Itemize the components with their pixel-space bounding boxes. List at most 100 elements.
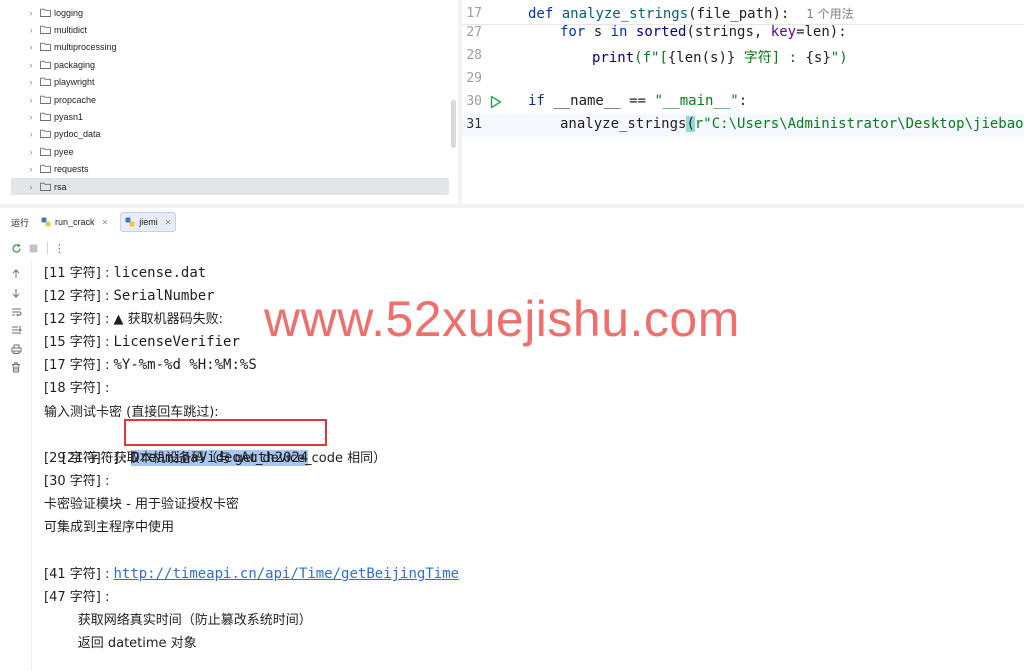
highlight-box bbox=[124, 419, 327, 446]
folder-icon bbox=[40, 164, 51, 173]
console-line: [17 字符] : %Y-%m-%d %H:%M:%S bbox=[44, 357, 257, 373]
run-toolbar: ⋮ bbox=[0, 236, 1024, 260]
usage-hint[interactable]: 1 个用法 bbox=[806, 7, 853, 21]
tree-item-logging[interactable]: › logging bbox=[11, 4, 449, 21]
console-line: [18 字符] : bbox=[44, 381, 114, 396]
chevron-right-icon[interactable]: › bbox=[26, 8, 36, 18]
tree-item-label: playwright bbox=[54, 76, 95, 87]
tree-item-label: pyasn1 bbox=[54, 111, 84, 122]
arrow-down-icon[interactable] bbox=[10, 287, 22, 299]
url-link[interactable]: http://timeapi.cn/api/Time/getBeijingTim… bbox=[113, 566, 459, 582]
trash-icon[interactable] bbox=[10, 361, 22, 373]
tab-jiemi[interactable]: jiemi ✕ bbox=[120, 212, 177, 232]
tree-scrollbar[interactable] bbox=[451, 100, 456, 148]
run-play-icon[interactable] bbox=[490, 95, 502, 109]
code-line-27: for s in sorted(strings, key=len): bbox=[560, 24, 847, 40]
tree-item-rsa[interactable]: › rsa bbox=[11, 178, 449, 195]
console-line: [47 字符] : bbox=[44, 590, 114, 605]
tree-item-label: propcache bbox=[54, 94, 97, 105]
code-line-31: analyze_strings(r"C:\Users\Administrator… bbox=[560, 116, 1024, 132]
console-line: 可集成到主程序中使用 bbox=[44, 520, 175, 535]
tree-item-packaging[interactable]: › packaging bbox=[11, 56, 449, 73]
console-line: [15 字符] : LicenseVerifier bbox=[44, 334, 240, 350]
folder-icon bbox=[40, 25, 51, 34]
line-number: 30 bbox=[466, 94, 482, 109]
folder-icon bbox=[40, 129, 51, 138]
console-line: [12 字符] : SerialNumber bbox=[44, 288, 215, 304]
console-line: 返回 datetime 对象 bbox=[77, 636, 197, 651]
console-line: 获取网络真实时间（防止篡改系统时间） bbox=[77, 613, 312, 628]
toolbar-divider bbox=[47, 242, 48, 254]
stop-icon[interactable] bbox=[28, 243, 39, 254]
tree-item-label: packaging bbox=[54, 59, 96, 70]
python-icon bbox=[41, 217, 51, 227]
chevron-right-icon[interactable]: › bbox=[26, 60, 36, 70]
tree-item-label: rsa bbox=[54, 181, 67, 192]
line-number: 27 bbox=[466, 25, 482, 40]
tree-item-pyasn1[interactable]: › pyasn1 bbox=[11, 108, 449, 125]
folder-icon bbox=[40, 112, 51, 121]
console-line: [11 字符] : license.dat bbox=[44, 265, 207, 281]
print-icon[interactable] bbox=[10, 343, 22, 355]
tree-item-label: logging bbox=[54, 7, 84, 18]
chevron-right-icon[interactable]: › bbox=[26, 25, 36, 35]
tree-item-multidict[interactable]: › multidict bbox=[11, 21, 449, 38]
line-number: 29 bbox=[466, 71, 482, 86]
tab-label: run_crack bbox=[55, 217, 95, 227]
code-line-28: print(f"[{len(s)} 字符] : {s}") bbox=[592, 50, 848, 66]
tab-run-crack[interactable]: run_crack ✕ bbox=[37, 212, 112, 232]
chevron-right-icon[interactable]: › bbox=[26, 112, 36, 122]
chevron-right-icon[interactable]: › bbox=[26, 95, 36, 105]
tree-item-label: pydoc_data bbox=[54, 128, 101, 139]
tree-item-label: pyee bbox=[54, 146, 74, 157]
tree-item-pyee[interactable]: › pyee bbox=[11, 143, 449, 160]
scroll-to-end-icon[interactable] bbox=[10, 324, 22, 336]
chevron-right-icon[interactable]: › bbox=[26, 147, 36, 157]
chevron-right-icon[interactable]: › bbox=[26, 129, 36, 139]
tree-item-playwright[interactable]: › playwright bbox=[11, 73, 449, 90]
watermark: www.52xuejishu.com bbox=[264, 291, 740, 347]
console-side-toolbar bbox=[0, 260, 32, 671]
console-line: 卡密验证模块 - 用于验证授权卡密 bbox=[44, 497, 239, 512]
close-icon[interactable]: ✕ bbox=[165, 218, 172, 227]
folder-icon bbox=[40, 147, 51, 156]
tree-item-requests[interactable]: › requests bbox=[11, 160, 449, 177]
folder-icon bbox=[40, 42, 51, 51]
code-editor[interactable]: 17 27 28 29 30 31 def analyze_strings(fi… bbox=[462, 0, 1024, 204]
console-line: [41 字符] : http://timeapi.cn/api/Time/get… bbox=[44, 566, 460, 582]
tree-item-multiprocessing[interactable]: › multiprocessing bbox=[11, 38, 449, 55]
console-line: [29 字符] : 获取本机设备码（与 get_device_code 相同） bbox=[44, 451, 387, 466]
project-tree: › logging › multidict › multiprocessing … bbox=[0, 0, 458, 204]
console-line: [21 字符] : DreaminaVideoAuth2024 bbox=[44, 419, 327, 466]
folder-icon bbox=[40, 95, 51, 104]
console-line: [30 字符] : bbox=[44, 474, 114, 489]
chevron-right-icon[interactable]: › bbox=[26, 164, 36, 174]
soft-wrap-icon[interactable] bbox=[10, 306, 22, 318]
tree-item-label: requests bbox=[54, 163, 89, 174]
tree-item-pydoc-data[interactable]: › pydoc_data bbox=[11, 125, 449, 142]
console-line: [12 字符] : ▲ 获取机器码失败: bbox=[44, 312, 223, 327]
run-tool-window-header: 运行 run_crack ✕ jiemi ✕ bbox=[0, 208, 1024, 236]
chevron-right-icon[interactable]: › bbox=[26, 182, 36, 192]
chevron-right-icon[interactable]: › bbox=[26, 42, 36, 52]
line-number: 28 bbox=[466, 48, 482, 63]
folder-icon bbox=[40, 77, 51, 86]
folder-icon bbox=[40, 60, 51, 69]
matched-brace: ( bbox=[686, 116, 695, 132]
code-line-30: if __name__ == "__main__": bbox=[528, 93, 748, 109]
tree-item-label: multiprocessing bbox=[54, 41, 117, 52]
code-line-17: def analyze_strings(file_path): 1 个用法 bbox=[528, 6, 854, 22]
line-number: 17 bbox=[466, 6, 482, 21]
tree-item-propcache[interactable]: › propcache bbox=[11, 91, 449, 108]
tree-item-label: multidict bbox=[54, 24, 88, 35]
close-icon[interactable]: ✕ bbox=[102, 218, 109, 227]
tab-label: jiemi bbox=[139, 217, 158, 227]
rerun-icon[interactable] bbox=[11, 243, 22, 254]
line-number: 31 bbox=[466, 117, 482, 132]
more-options-icon[interactable]: ⋮ bbox=[54, 243, 65, 254]
arrow-up-icon[interactable] bbox=[10, 268, 22, 280]
run-panel-title: 运行 bbox=[11, 217, 30, 228]
folder-icon bbox=[40, 8, 51, 17]
chevron-right-icon[interactable]: › bbox=[26, 77, 36, 87]
folder-icon bbox=[40, 182, 51, 191]
